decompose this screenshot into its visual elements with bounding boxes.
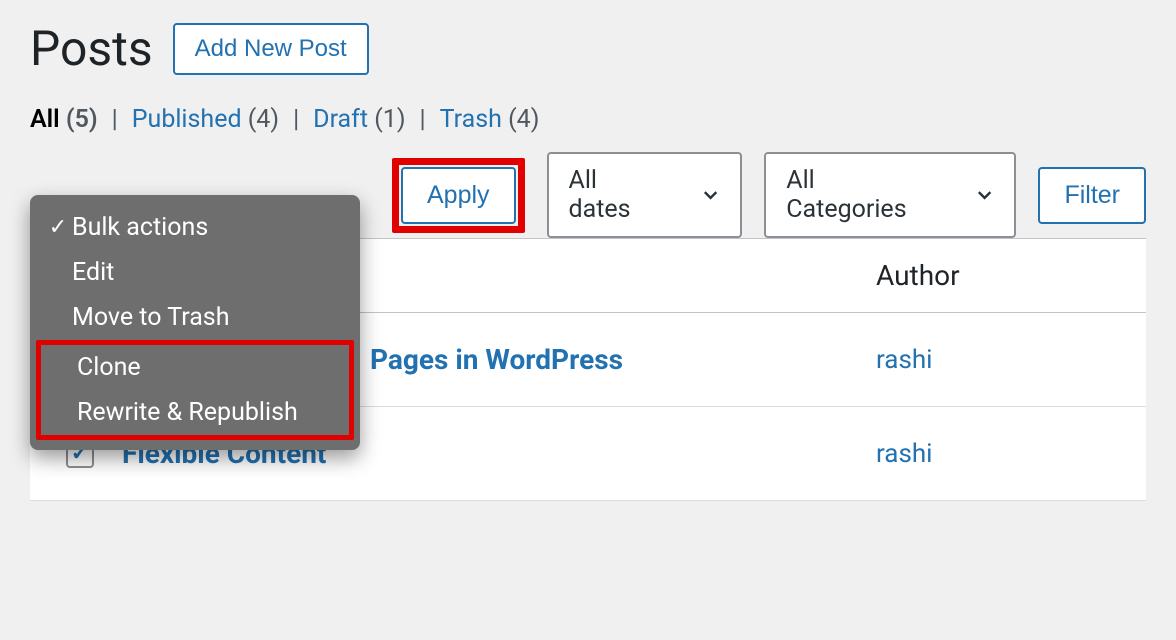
option-label: Rewrite & Republish — [77, 398, 298, 427]
tab-all[interactable]: All (5) — [30, 105, 98, 134]
page-title: Posts — [30, 20, 153, 77]
post-author-link[interactable]: rashi — [876, 439, 933, 469]
chevron-down-icon — [701, 185, 720, 205]
option-label: Move to Trash — [72, 303, 229, 332]
option-label: Edit — [72, 258, 114, 287]
bulk-controls-row: ✓ Bulk actions Edit Move to Trash Clone … — [30, 152, 1146, 238]
checkmark-icon: ✓ — [49, 215, 67, 240]
bulk-option-rewrite-republish[interactable]: Rewrite & Republish — [41, 390, 349, 435]
separator: | — [106, 105, 124, 134]
apply-button-highlight: Apply — [392, 158, 525, 233]
tab-count: (4) — [508, 105, 539, 134]
apply-button[interactable]: Apply — [401, 167, 516, 224]
dates-select-label: All dates — [569, 166, 662, 224]
option-label: Bulk actions — [72, 213, 208, 242]
tab-draft[interactable]: Draft (1) — [313, 105, 405, 134]
bulk-option-move-to-trash[interactable]: Move to Trash — [30, 295, 360, 340]
tab-count: (5) — [66, 105, 98, 134]
tab-label: All — [30, 105, 60, 134]
separator: | — [287, 105, 305, 134]
separator: | — [414, 105, 432, 134]
bulk-option-edit[interactable]: Edit — [30, 250, 360, 295]
highlighted-options: Clone Rewrite & Republish — [36, 340, 354, 440]
post-author-link[interactable]: rashi — [876, 345, 933, 375]
tab-published[interactable]: Published (4) — [132, 105, 279, 134]
author-column-header[interactable]: Author — [876, 259, 1116, 292]
add-new-post-button[interactable]: Add New Post — [173, 23, 369, 75]
post-title-link[interactable]: Pages in WordPress — [370, 343, 623, 376]
tab-count: (1) — [374, 105, 405, 134]
chevron-down-icon — [975, 185, 994, 205]
categories-select[interactable]: All Categories — [764, 152, 1016, 238]
tab-trash[interactable]: Trash (4) — [440, 105, 540, 134]
status-filter-tabs: All (5) | Published (4) | Draft (1) | Tr… — [30, 105, 1146, 134]
tab-count: (4) — [248, 105, 279, 134]
bulk-option-clone[interactable]: Clone — [41, 345, 349, 390]
categories-select-label: All Categories — [786, 166, 935, 224]
bulk-option-bulk-actions[interactable]: ✓ Bulk actions — [30, 205, 360, 250]
option-label: Clone — [77, 353, 141, 382]
filter-button[interactable]: Filter — [1038, 167, 1146, 224]
tab-label: Trash — [440, 105, 502, 134]
dates-select[interactable]: All dates — [547, 152, 743, 238]
tab-label: Published — [132, 105, 242, 134]
tab-label: Draft — [313, 105, 368, 134]
bulk-actions-menu: ✓ Bulk actions Edit Move to Trash Clone … — [30, 195, 360, 450]
